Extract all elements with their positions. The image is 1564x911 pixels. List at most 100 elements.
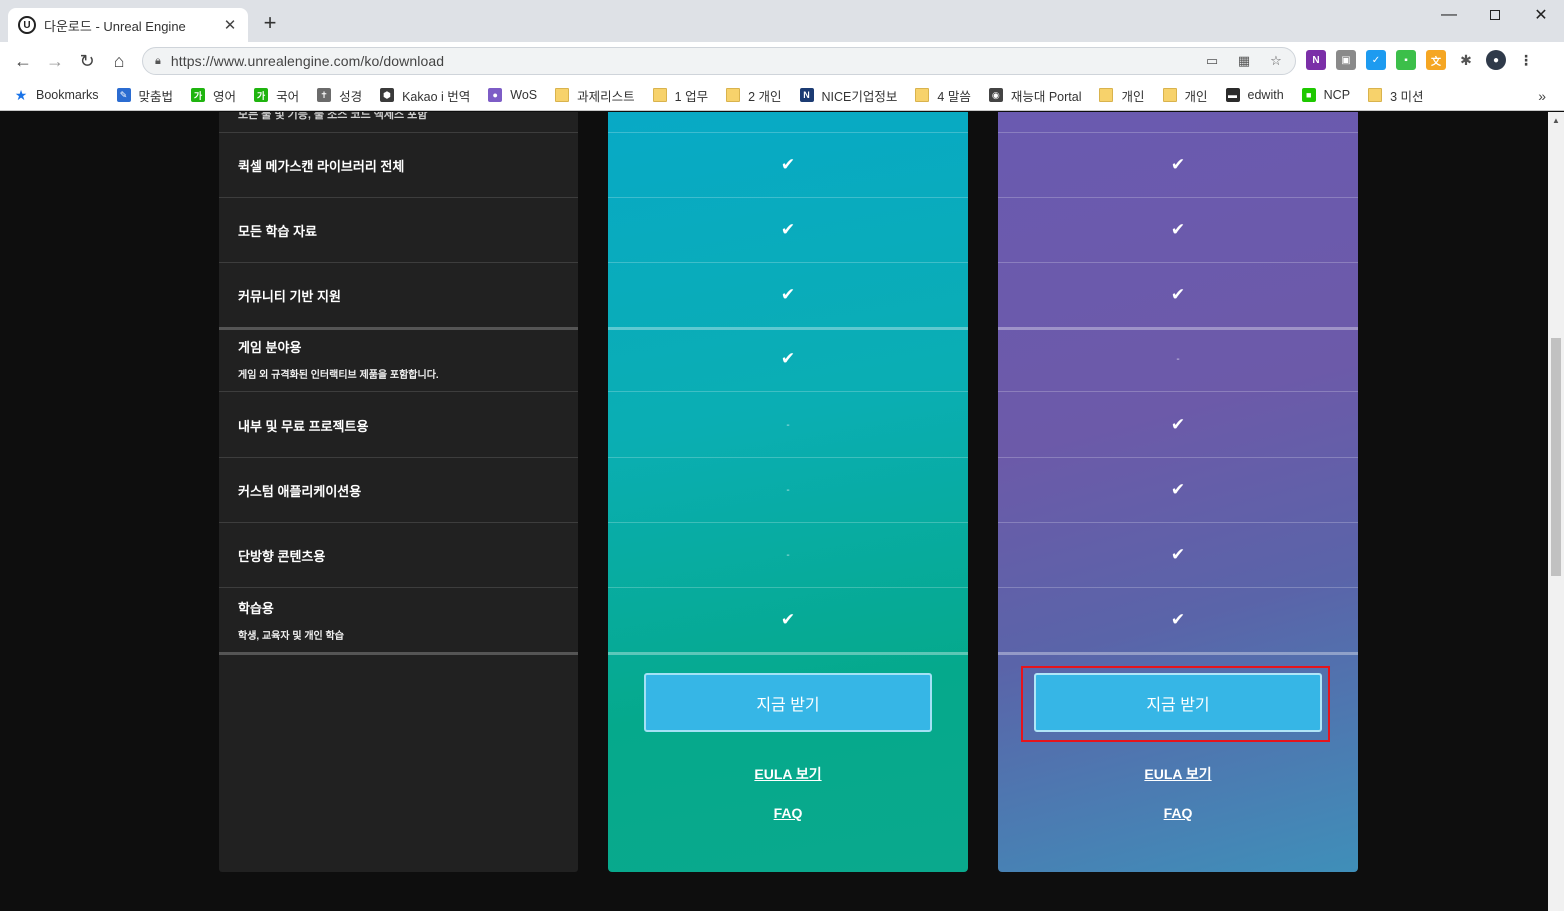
- back-button[interactable]: ←: [12, 50, 34, 72]
- check-mark: ✔: [1170, 285, 1186, 304]
- feature-row: 커스텀 애플리케이션용: [219, 458, 578, 522]
- check-mark: ✔: [780, 285, 796, 304]
- extensions-puzzle-icon[interactable]: ✱: [1456, 50, 1476, 70]
- home-button[interactable]: ⌂: [108, 50, 130, 72]
- cast-icon[interactable]: ▭: [1203, 52, 1221, 70]
- new-tab-button[interactable]: +: [258, 12, 282, 36]
- translate-extension-icon[interactable]: 文: [1426, 50, 1446, 70]
- check-mark: ✔: [1170, 220, 1186, 239]
- green-extension-icon[interactable]: ▪: [1396, 50, 1416, 70]
- bookmark-item[interactable]: 개인: [1099, 86, 1145, 105]
- more-bookmarks-icon[interactable]: »: [1538, 88, 1546, 104]
- folder-icon: [915, 88, 930, 102]
- check-mark: ✔: [780, 155, 796, 174]
- bookmark-item[interactable]: 가 국어: [254, 86, 299, 105]
- check-icon: ✔: [608, 198, 968, 262]
- bookmark-label: 1 업무: [674, 89, 709, 104]
- tab-title: 다운로드 - Unreal Engine: [44, 18, 186, 34]
- feature-row: 퀵셀 메가스캔 라이브러리 전체: [219, 133, 578, 197]
- close-window-button[interactable]: ✕: [1518, 0, 1564, 30]
- bookmark-item[interactable]: N NICE기업정보: [799, 86, 898, 105]
- browser-tab[interactable]: U 다운로드 - Unreal Engine ✕: [8, 8, 248, 42]
- forward-button[interactable]: →: [44, 50, 66, 72]
- faq-link-publishing[interactable]: FAQ: [608, 805, 968, 821]
- bookmark-label: 영어: [213, 89, 237, 104]
- dash-mark: -: [786, 549, 790, 561]
- check-mark: ✔: [1170, 610, 1186, 629]
- reload-button[interactable]: ↻: [76, 50, 98, 72]
- get-now-button-publishing[interactable]: 지금 받기: [644, 673, 932, 732]
- bookmark-item[interactable]: ● WoS: [488, 88, 537, 102]
- feature-label: 단방향 콘텐츠용: [238, 548, 326, 564]
- naver-dict-icon: 가: [254, 88, 269, 102]
- dash-icon: -: [608, 458, 968, 522]
- row-divider: [219, 652, 578, 655]
- onenote-extension-icon[interactable]: N: [1306, 50, 1326, 70]
- folder-icon: [1099, 88, 1114, 102]
- menu-dots-icon[interactable]: ⋮: [1516, 50, 1536, 70]
- feature-sublabel: 게임 외 규격화된 인터랙티브 제품을 포함합니다.: [238, 370, 439, 381]
- page-scrollbar[interactable]: ▲: [1548, 112, 1564, 911]
- bookmark-item[interactable]: 가 영어: [191, 86, 236, 105]
- feature-label: 모든 학습 자료: [238, 223, 317, 239]
- feature-row: 커뮤니티 기반 지원: [219, 263, 578, 327]
- folder-icon: [652, 88, 667, 102]
- address-bar[interactable]: 🔒︎ https://www.unrealengine.com/ko/downl…: [142, 47, 1296, 75]
- feature-row: 학습용 학생, 교육자 및 개인 학습: [219, 588, 578, 652]
- bookmark-star-icon[interactable]: ☆: [1267, 52, 1285, 70]
- bookmark-item[interactable]: ✝ 성경: [317, 86, 362, 105]
- globe-icon: ◉: [988, 88, 1003, 102]
- bookmark-item[interactable]: 2 개인: [726, 86, 782, 105]
- dash-mark: -: [786, 419, 790, 431]
- bookmark-item[interactable]: 개인: [1162, 86, 1208, 105]
- feature-label: 커뮤니티 기반 지원: [238, 288, 341, 304]
- browser-toolbar: ← → ↻ ⌂ 🔒︎ https://www.unrealengine.com/…: [0, 42, 1564, 80]
- check-icon: ✔: [608, 263, 968, 327]
- bookmark-item[interactable]: ■ NCP: [1301, 88, 1350, 102]
- plan-column-publishing: 지금 받기 EULA 보기 FAQ ✔ ✔ ✔ ✔ - - - ✔: [608, 112, 968, 872]
- bookmark-label: Bookmarks: [36, 88, 99, 102]
- qr-code-icon[interactable]: ▦: [1235, 52, 1253, 70]
- bookmark-label: 3 미션: [1390, 89, 1424, 104]
- profile-avatar[interactable]: ●: [1486, 50, 1506, 70]
- url-text[interactable]: https://www.unrealengine.com/ko/download: [171, 53, 444, 69]
- kakao-icon: ⬢: [380, 88, 395, 102]
- folder-icon: [555, 88, 570, 102]
- close-tab-icon[interactable]: ✕: [222, 16, 238, 34]
- dash-mark: -: [786, 484, 790, 496]
- check-mark: ✔: [1170, 155, 1186, 174]
- check-icon: ✔: [608, 588, 968, 652]
- faq-link-creators[interactable]: FAQ: [998, 805, 1358, 821]
- bookmark-label: 재능대 Portal: [1010, 89, 1082, 104]
- bookmark-label: 개인: [1184, 89, 1208, 104]
- bookmark-item[interactable]: ★ Bookmarks: [14, 87, 99, 103]
- check-icon: ✔: [998, 523, 1358, 587]
- feature-label: 커스텀 애플리케이션용: [238, 483, 362, 499]
- bookmark-item[interactable]: ▬ edwith: [1225, 88, 1284, 102]
- folder-icon: [726, 88, 741, 102]
- screenshot-extension-icon[interactable]: ▣: [1336, 50, 1356, 70]
- eula-link-creators[interactable]: EULA 보기: [998, 764, 1358, 784]
- bookmark-item[interactable]: ◉ 재능대 Portal: [988, 86, 1082, 105]
- maximize-button[interactable]: [1472, 0, 1518, 30]
- scroll-up-arrow-icon[interactable]: ▲: [1552, 116, 1560, 125]
- bookmark-item[interactable]: ✎ 맞춤법: [116, 86, 173, 105]
- dash-icon: -: [608, 523, 968, 587]
- feature-row: 단방향 콘텐츠용: [219, 523, 578, 587]
- bookmark-label: 4 말씀: [937, 89, 971, 104]
- feature-label: 퀵셀 메가스캔 라이브러리 전체: [238, 158, 405, 174]
- bookmark-label: NICE기업정보: [821, 89, 898, 104]
- feature-label: 내부 및 무료 프로젝트용: [238, 418, 369, 434]
- bookmark-item[interactable]: 1 업무: [652, 86, 709, 105]
- row-divider: [998, 652, 1358, 655]
- eula-link-publishing[interactable]: EULA 보기: [608, 764, 968, 784]
- bookmark-item[interactable]: ⬢ Kakao i 번역: [380, 86, 470, 105]
- check-icon: ✔: [608, 327, 968, 391]
- bookmark-item[interactable]: 과제리스트: [555, 86, 635, 105]
- scroll-thumb[interactable]: [1551, 338, 1561, 576]
- bookmark-item[interactable]: 4 말씀: [915, 86, 971, 105]
- lock-icon[interactable]: 🔒︎: [155, 55, 161, 68]
- minimize-button[interactable]: —: [1426, 0, 1472, 30]
- bookmark-item[interactable]: 3 미션: [1368, 86, 1424, 105]
- check-extension-icon[interactable]: ✓: [1366, 50, 1386, 70]
